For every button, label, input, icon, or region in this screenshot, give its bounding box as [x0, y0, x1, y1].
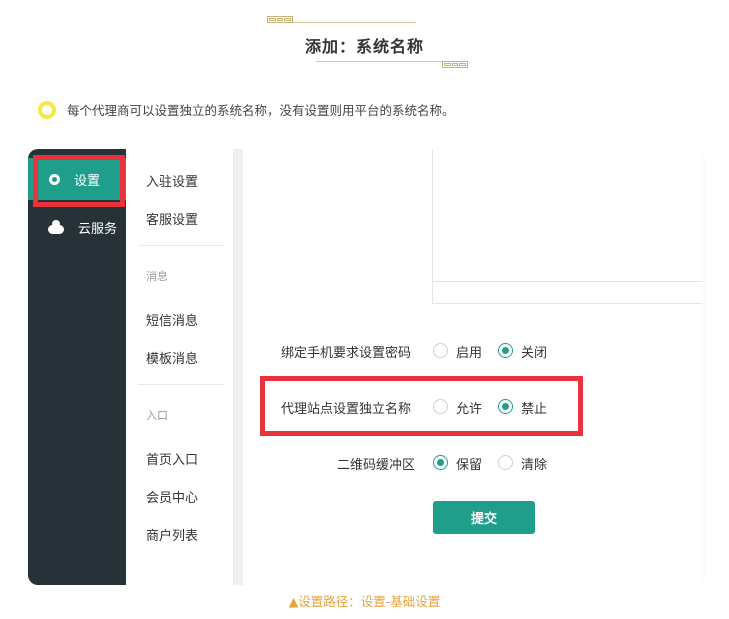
settings-form-panel: 绑定手机要求设置密码 启用 关闭 代理站点设置独立名称 允许 禁止 二维码缓冲区…: [243, 149, 705, 585]
form-label-qrcode-buffer: 二维码缓冲区: [337, 458, 416, 473]
text-area-footer: [432, 282, 705, 304]
radio-label-enable: 启用: [456, 346, 483, 361]
submenu-group-title: 入口: [146, 409, 168, 422]
submenu-item-template-message[interactable]: 模板消息: [146, 348, 198, 367]
panel-edge-fade: [699, 149, 705, 585]
sidebar-item-cloud-service[interactable]: 云服务: [28, 206, 126, 248]
title-line-top: [293, 22, 416, 23]
bullet-circle-icon: [38, 100, 56, 119]
radio-label-close: 关闭: [521, 346, 548, 361]
panel-divider: [234, 149, 243, 585]
form-label-bind-phone-password: 绑定手机要求设置密码: [281, 346, 412, 361]
submenu-divider: [138, 384, 224, 385]
radio-label-clear: 清除: [521, 458, 548, 473]
cloud-icon: [48, 219, 64, 234]
radio-clear[interactable]: [498, 455, 513, 470]
settings-screenshot: 设置 云服务 入驻设置 客服设置 消息 短信消息 模板消息 入口 首页入口 会员…: [28, 149, 705, 585]
radio-enable[interactable]: [433, 343, 448, 358]
main-sidebar: 设置 云服务: [28, 149, 126, 585]
submenu-divider: [138, 245, 224, 246]
highlight-frame-agent-name: [260, 376, 583, 436]
settings-path-caption: ▲设置路径：设置-基础设置: [288, 594, 441, 609]
radio-close[interactable]: [498, 343, 513, 358]
title-ornament-top-left: [267, 16, 293, 23]
info-note-text: 每个代理商可以设置独立的系统名称，没有设置则用平台的系统名称。: [67, 103, 455, 118]
submenu-item-service-settings[interactable]: 客服设置: [146, 209, 198, 228]
radio-keep[interactable]: [433, 455, 448, 470]
highlight-frame-settings: [33, 155, 125, 207]
submenu-item-member-center[interactable]: 会员中心: [146, 487, 198, 506]
page-title: 添加：系统名称: [304, 37, 424, 56]
radio-label-keep: 保留: [456, 458, 483, 473]
text-area[interactable]: [432, 149, 705, 282]
info-note: 每个代理商可以设置独立的系统名称，没有设置则用平台的系统名称。: [38, 100, 455, 119]
submenu-item-entry-settings[interactable]: 入驻设置: [146, 171, 198, 190]
title-line-bottom: [316, 61, 442, 62]
submit-button[interactable]: 提交: [433, 501, 535, 534]
sub-sidebar: 入驻设置 客服设置 消息 短信消息 模板消息 入口 首页入口 会员中心 商户列表: [126, 149, 234, 585]
sidebar-item-label: 云服务: [78, 221, 118, 237]
title-ornament-bottom-right: [442, 61, 468, 68]
submenu-item-sms[interactable]: 短信消息: [146, 310, 198, 329]
submenu-item-merchant-list[interactable]: 商户列表: [146, 525, 198, 544]
submenu-item-home-entry[interactable]: 首页入口: [146, 449, 198, 468]
submenu-group-title: 消息: [146, 270, 168, 283]
